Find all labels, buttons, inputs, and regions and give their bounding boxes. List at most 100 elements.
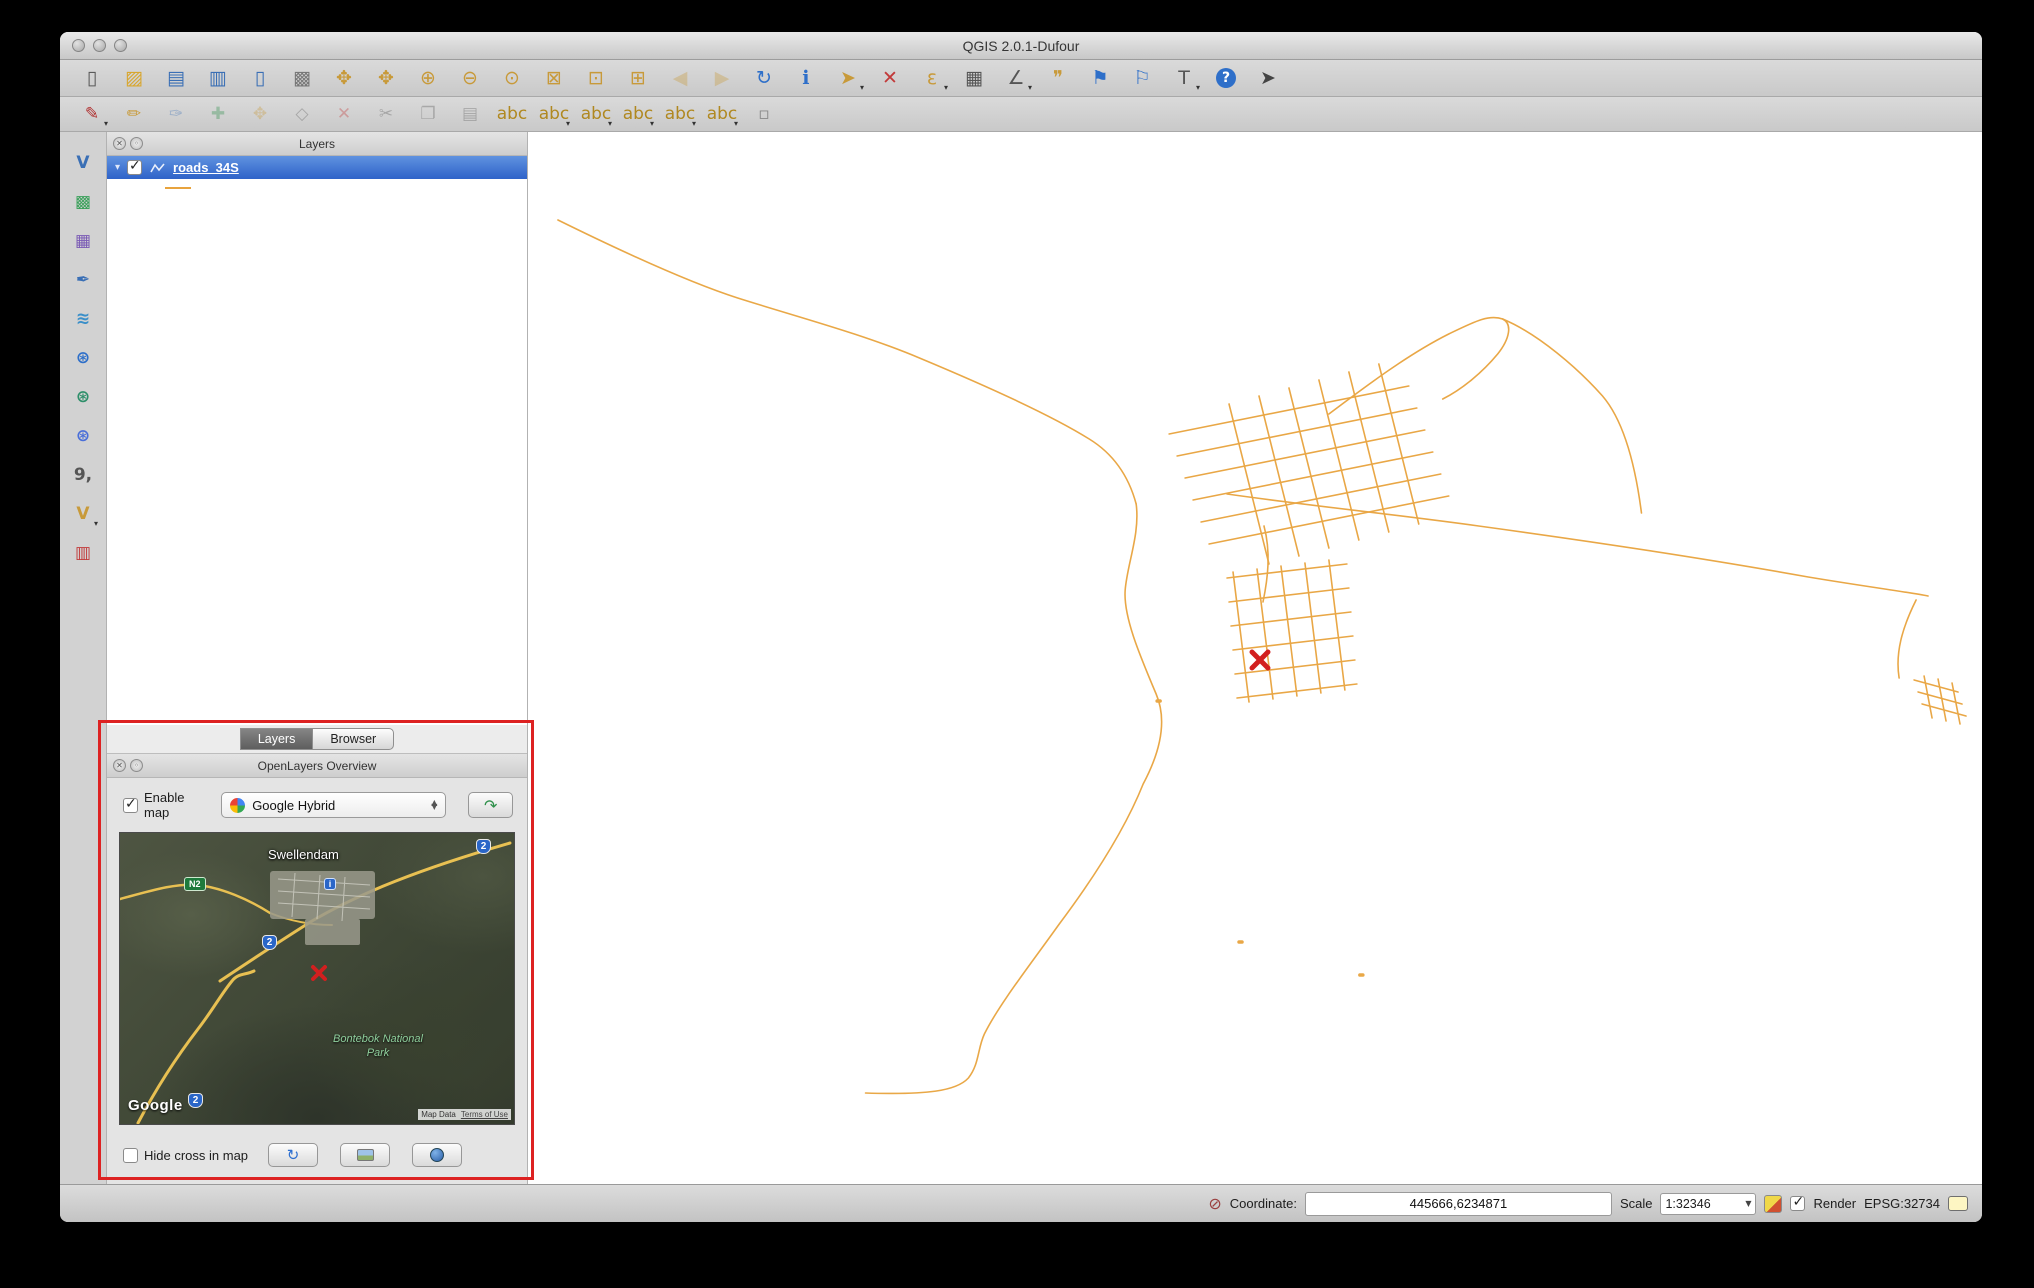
add-delimited-text-button[interactable]: 9, ▾	[66, 460, 100, 490]
zoom-last-button[interactable]: ◀ ▾	[662, 63, 698, 93]
layer-visibility-checkbox[interactable]	[127, 160, 142, 175]
google-map-preview[interactable]: Swellendam N2 2 2 2 i Bontebok National …	[119, 832, 515, 1125]
zoom-selection-icon: ⊡	[588, 69, 604, 88]
add-wms-layer-button[interactable]: ⊛ ▾	[66, 343, 100, 373]
render-checkbox[interactable]	[1790, 1196, 1805, 1211]
label-properties-button[interactable]: abc ▾	[704, 99, 740, 129]
save-project-button[interactable]: ▤ ▾	[158, 63, 194, 93]
refresh-map-button[interactable]: ↻ ▾	[746, 63, 782, 93]
map-canvas[interactable]	[528, 132, 1982, 1184]
close-window-button[interactable]	[72, 39, 85, 52]
panel-close-button[interactable]: ✕	[113, 759, 126, 772]
remove-layer-icon: ▥	[75, 545, 91, 562]
panel-float-button[interactable]: ◦	[130, 759, 143, 772]
show-bookmarks-button[interactable]: ⚐ ▾	[1124, 63, 1160, 93]
identify-features-button[interactable]: ℹ ▾	[788, 63, 824, 93]
pan-to-selection-button[interactable]: ✥ ▾	[368, 63, 404, 93]
composer-manager-button[interactable]: ▩ ▾	[284, 63, 320, 93]
selection-frame-button[interactable]: ▫ ▾	[746, 99, 782, 129]
snapshot-button[interactable]	[340, 1143, 390, 1167]
labeling-button[interactable]: abc ▾	[494, 99, 530, 129]
move-feature-icon: ✥	[253, 106, 267, 123]
minimize-window-button[interactable]	[93, 39, 106, 52]
panel-close-button[interactable]: ✕	[113, 137, 126, 150]
dropdown-arrow-icon: ▾	[608, 119, 612, 128]
titlebar[interactable]: QGIS 2.0.1-Dufour	[60, 32, 1982, 60]
crs-status-icon[interactable]	[1764, 1195, 1782, 1213]
update-map-button[interactable]: ↷	[468, 792, 513, 818]
add-feature-button[interactable]: ✚ ▾	[200, 99, 236, 129]
remove-layer-button[interactable]: ▥ ▾	[66, 538, 100, 568]
panel-float-button[interactable]: ◦	[130, 137, 143, 150]
coordinate-input[interactable]	[1305, 1192, 1612, 1216]
add-wfs-layer-button[interactable]: ⊛ ▾	[66, 421, 100, 451]
pan-hand-icon: ✥	[336, 69, 352, 88]
tab-browser[interactable]: Browser	[312, 728, 394, 750]
new-shapefile-button[interactable]: V ▾	[66, 499, 100, 529]
zoom-out-button[interactable]: ⊖ ▾	[452, 63, 488, 93]
map-type-value: Google Hybrid	[252, 798, 424, 813]
zoom-in-button[interactable]: ⊕ ▾	[410, 63, 446, 93]
add-spatialite-layer-button[interactable]: ✒ ▾	[66, 265, 100, 295]
new-print-composer-button[interactable]: ▯ ▾	[242, 63, 278, 93]
select-features-button[interactable]: ➤ ▾	[830, 63, 866, 93]
manage-layers-toolbar: V ▾ ▩ ▾ ▦ ▾ ✒ ▾	[60, 132, 107, 1184]
zoom-window-button[interactable]	[114, 39, 127, 52]
layer-expander-icon[interactable]: ▾	[115, 162, 120, 173]
google-icon	[230, 798, 245, 813]
add-wcs-layer-button[interactable]: ⊛ ▾	[66, 382, 100, 412]
select-by-expression-button[interactable]: ε ▾	[914, 63, 950, 93]
paste-features-button[interactable]: ▤ ▾	[452, 99, 488, 129]
new-bookmark-button[interactable]: ⚑ ▾	[1082, 63, 1118, 93]
label-pin-button[interactable]: abc ▾	[536, 99, 572, 129]
add-raster-layer-button[interactable]: ▩ ▾	[66, 187, 100, 217]
terms-of-use-link[interactable]: Terms of Use	[461, 1110, 508, 1119]
hide-cross-checkbox[interactable]	[123, 1148, 138, 1163]
add-postgis-layer-button[interactable]: ▦ ▾	[66, 226, 100, 256]
layer-item-roads-34s[interactable]: ▾ roads_34S	[107, 156, 527, 179]
world-view-button[interactable]	[412, 1143, 462, 1167]
add-vector-layer-button[interactable]: V ▾	[66, 148, 100, 178]
zoom-to-layer-button[interactable]: ⊞ ▾	[620, 63, 656, 93]
save-project-as-button[interactable]: ▥ ▾	[200, 63, 236, 93]
scale-combobox[interactable]: 1:32346 ▼	[1660, 1193, 1756, 1215]
whats-this-button[interactable]: ➤ ▾	[1250, 63, 1286, 93]
tab-layers[interactable]: Layers	[240, 728, 314, 750]
measure-button[interactable]: ∠ ▾	[998, 63, 1034, 93]
toggle-editing-button[interactable]: ✏ ▾	[116, 99, 152, 129]
pan-map-button[interactable]: ✥ ▾	[326, 63, 362, 93]
copy-icon: ❐	[420, 106, 435, 123]
open-project-button[interactable]: ▨ ▾	[116, 63, 152, 93]
zoom-full-button[interactable]: ⊠ ▾	[536, 63, 572, 93]
label-rotate-button[interactable]: abc ▾	[662, 99, 698, 129]
label-move-button[interactable]: abc ▾	[620, 99, 656, 129]
cut-features-button[interactable]: ✂ ▾	[368, 99, 404, 129]
extents-toggle-icon[interactable]: ⊘	[1208, 1194, 1221, 1213]
enable-map-checkbox[interactable]	[123, 798, 138, 813]
current-edits-button[interactable]: ✎ ▾	[74, 99, 110, 129]
node-tool-button[interactable]: ◇ ▾	[284, 99, 320, 129]
help-button[interactable]: ? ▾	[1208, 63, 1244, 93]
add-mssql-layer-button[interactable]: ≋ ▾	[66, 304, 100, 334]
zoom-layer-icon: ⊞	[630, 69, 646, 88]
text-annotation-button[interactable]: T ▾	[1166, 63, 1202, 93]
label-highlight-button[interactable]: abc ▾	[578, 99, 614, 129]
dropdown-arrow-icon: ▾	[94, 519, 98, 528]
new-project-button[interactable]: ▯ ▾	[74, 63, 110, 93]
map-type-combobox[interactable]: Google Hybrid ▲▼	[221, 792, 446, 818]
label-properties-icon: abc	[707, 106, 738, 123]
zoom-to-selection-button[interactable]: ⊡ ▾	[578, 63, 614, 93]
dropdown-arrow-icon: ▾	[566, 119, 570, 128]
zoom-native-button[interactable]: ⊙ ▾	[494, 63, 530, 93]
deselect-all-button[interactable]: ✕ ▾	[872, 63, 908, 93]
map-tips-button[interactable]: ❞ ▾	[1040, 63, 1076, 93]
refresh-overview-button[interactable]: ↻	[268, 1143, 318, 1167]
delete-selected-button[interactable]: ✕ ▾	[326, 99, 362, 129]
dropdown-arrow-icon: ▾	[692, 119, 696, 128]
copy-features-button[interactable]: ❐ ▾	[410, 99, 446, 129]
open-attribute-table-button[interactable]: ▦ ▾	[956, 63, 992, 93]
zoom-next-button[interactable]: ▶ ▾	[704, 63, 740, 93]
move-feature-button[interactable]: ✥ ▾	[242, 99, 278, 129]
log-messages-icon[interactable]	[1948, 1196, 1968, 1211]
save-layer-edits-button[interactable]: ✑ ▾	[158, 99, 194, 129]
